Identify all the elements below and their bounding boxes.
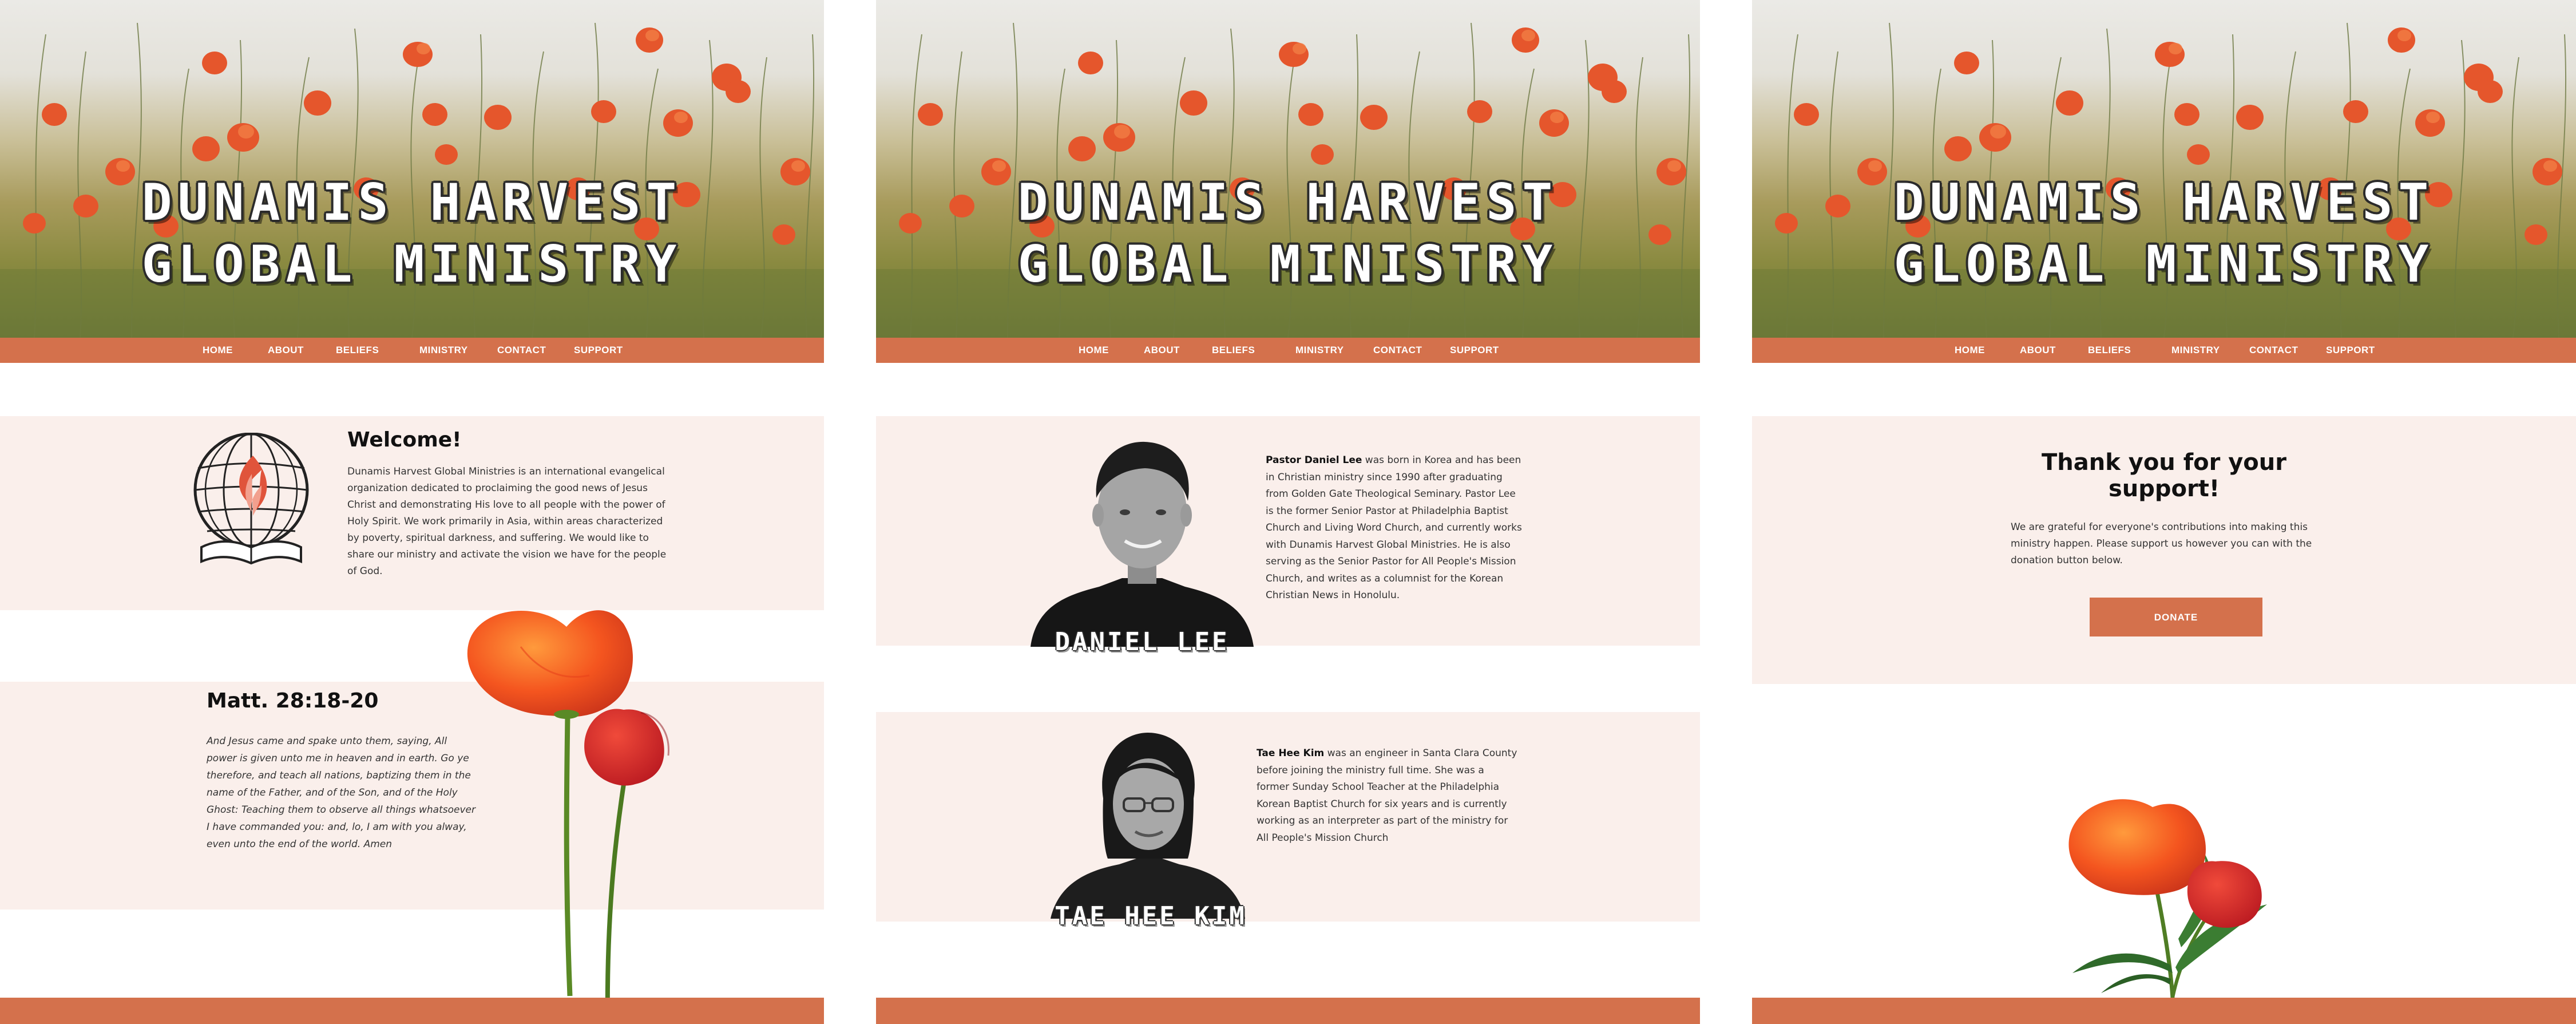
site-title-line1: DUNAMIS HARVEST: [1017, 173, 1559, 232]
verse-text: And Jesus came and spake unto them, sayi…: [207, 736, 475, 850]
site-title-line1: DUNAMIS HARVEST: [141, 173, 683, 232]
nav-about[interactable]: ABOUT: [1144, 338, 1180, 363]
tae-hee-kim-name-tag: TAE HEE KIM: [1055, 902, 1247, 931]
ministry-logo-icon: [193, 433, 309, 565]
nav-support[interactable]: SUPPORT: [2326, 338, 2375, 363]
daniel-lee-bio: Pastor Daniel Lee was born in Korea and …: [1266, 452, 1523, 604]
thank-you-line2: support!: [2108, 476, 2220, 502]
site-title-line2: GLOBAL MINISTRY: [1017, 235, 1559, 294]
nav-ministry[interactable]: MINISTRY: [1295, 338, 1344, 363]
site-title-line2: GLOBAL MINISTRY: [1893, 235, 2435, 294]
nav-bar: HOME ABOUT BELIEFS MINISTRY CONTACT SUPP…: [876, 338, 1700, 363]
nav-contact[interactable]: CONTACT: [1373, 338, 1422, 363]
nav-bar: HOME ABOUT BELIEFS MINISTRY CONTACT SUPP…: [1752, 338, 2576, 363]
nav-support[interactable]: SUPPORT: [1450, 338, 1499, 363]
donate-button[interactable]: DONATE: [2090, 598, 2262, 636]
tae-hee-kim-bio-text: was an engineer in Santa Clara County be…: [1257, 748, 1517, 844]
tae-hee-kim-photo: [1051, 733, 1245, 919]
daniel-lee-name-tag: DANIEL LEE: [1055, 627, 1230, 657]
nav-contact[interactable]: CONTACT: [497, 338, 546, 363]
footer-bar: [876, 998, 1700, 1024]
welcome-text: Dunamis Harvest Global Ministries is an …: [347, 466, 667, 577]
nav-beliefs[interactable]: BELIEFS: [336, 338, 379, 363]
tae-hee-kim-bio: Tae Hee Kim was an engineer in Santa Cla…: [1257, 745, 1520, 847]
poppy-bouquet-image: [2068, 799, 2267, 998]
welcome-heading: Welcome!: [347, 428, 462, 452]
nav-support[interactable]: SUPPORT: [574, 338, 623, 363]
nav-contact[interactable]: CONTACT: [2249, 338, 2298, 363]
nav-beliefs[interactable]: BELIEFS: [1212, 338, 1255, 363]
site-title-line2: GLOBAL MINISTRY: [141, 235, 683, 294]
footer-bar: [1752, 998, 2576, 1024]
site-title-line1: DUNAMIS HARVEST: [1893, 173, 2435, 232]
poppy-flower-image: [467, 610, 669, 1024]
nav-home[interactable]: HOME: [1079, 338, 1109, 363]
nav-ministry[interactable]: MINISTRY: [2171, 338, 2220, 363]
hero-banner: DUNAMIS HARVEST GLOBAL MINISTRY: [876, 0, 1700, 338]
daniel-lee-bio-text: was born in Korea and has been in Christ…: [1266, 454, 1522, 601]
daniel-lee-name: Pastor Daniel Lee: [1266, 454, 1362, 466]
verse-reference: Matt. 28:18-20: [207, 689, 379, 713]
hero-banner: DUNAMIS HARVEST GLOBAL MINISTRY: [0, 0, 824, 338]
hero-banner: DUNAMIS HARVEST GLOBAL MINISTRY: [1752, 0, 2576, 338]
nav-beliefs[interactable]: BELIEFS: [2088, 338, 2131, 363]
support-page: DUNAMIS HARVEST GLOBAL MINISTRY HOME ABO…: [1752, 0, 2576, 1024]
daniel-lee-photo: [1031, 441, 1254, 647]
footer-bar: [0, 998, 824, 1024]
nav-home[interactable]: HOME: [1955, 338, 1985, 363]
support-text: We are grateful for everyone's contribut…: [2011, 521, 2312, 566]
nav-bar: HOME ABOUT BELIEFS MINISTRY CONTACT SUPP…: [0, 338, 824, 363]
nav-about[interactable]: ABOUT: [2020, 338, 2056, 363]
home-page: DUNAMIS HARVEST GLOBAL MINISTRY HOME ABO…: [0, 0, 824, 1024]
nav-ministry[interactable]: MINISTRY: [419, 338, 468, 363]
nav-about[interactable]: ABOUT: [268, 338, 304, 363]
tae-hee-kim-name: Tae Hee Kim: [1257, 748, 1325, 759]
thank-you-line1: Thank you for your: [2041, 449, 2286, 476]
thank-you-heading: Thank you for your support!: [1752, 449, 2576, 502]
nav-home[interactable]: HOME: [203, 338, 233, 363]
about-page: DUNAMIS HARVEST GLOBAL MINISTRY HOME ABO…: [876, 0, 1700, 1024]
